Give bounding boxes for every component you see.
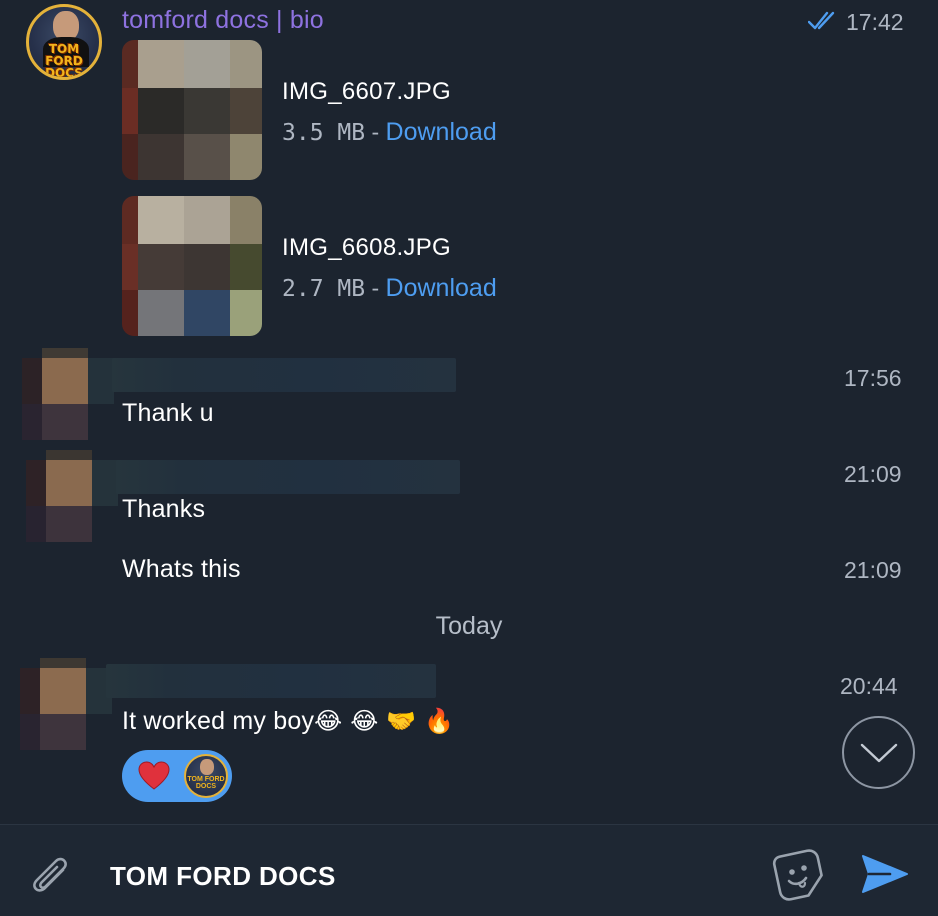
mini-avatar-text: TOM FORD DOCS — [187, 776, 225, 790]
sender-avatar[interactable]: TOM FORD DOCS — [26, 4, 102, 80]
blurred-sender-name — [112, 358, 456, 392]
sender-name[interactable]: tomford docs | bio — [122, 6, 324, 35]
file-size: 3.5 MB — [282, 120, 366, 146]
message-text: Thanks — [122, 495, 206, 523]
meta-separator: - — [365, 119, 386, 145]
message-body: It worked my boy — [122, 707, 315, 735]
heart-icon — [138, 761, 170, 790]
file-name: IMG_6607.JPG — [282, 78, 452, 105]
blurred-avatar[interactable] — [22, 348, 114, 440]
file-meta: 3.5 MB - Download — [282, 118, 497, 147]
file-thumbnail[interactable] — [122, 40, 262, 180]
mini-avatar-face — [200, 759, 214, 775]
blurred-avatar[interactable] — [26, 450, 118, 542]
double-check-icon — [808, 11, 835, 30]
send-icon[interactable] — [860, 852, 910, 896]
meta-separator: - — [365, 275, 386, 301]
download-link[interactable]: Download — [386, 274, 497, 302]
message-text: Whats this — [122, 555, 241, 583]
blurred-sender-name — [116, 460, 460, 494]
file-size: 2.7 MB — [282, 276, 366, 302]
reaction-avatar: TOM FORD DOCS — [184, 754, 228, 798]
paperclip-icon[interactable] — [28, 850, 74, 896]
download-link[interactable]: Download — [386, 118, 497, 146]
message-time: 21:09 — [844, 461, 902, 487]
blurred-avatar[interactable] — [20, 658, 112, 750]
blurred-sender-name — [106, 664, 436, 698]
day-separator: Today — [435, 612, 503, 640]
message-emojis: 😂 😂 🤝 🔥 — [314, 707, 455, 735]
file-meta: 2.7 MB - Download — [282, 274, 497, 303]
message-text: Thank u — [122, 399, 214, 427]
message-input[interactable]: TOM FORD DOCS — [110, 856, 730, 896]
file-name: IMG_6608.JPG — [282, 234, 452, 261]
avatar-logo-text: TOM FORD DOCS — [45, 42, 83, 80]
message-time: 21:09 — [844, 557, 902, 583]
message-time: 17:56 — [844, 365, 902, 391]
message-time: 20:44 — [840, 673, 898, 699]
reaction-pill[interactable]: TOM FORD DOCS — [122, 750, 232, 802]
message-text: It worked my boy😂 😂 🤝 🔥 — [122, 707, 454, 736]
chevron-down-icon — [860, 743, 897, 762]
message-time: 17:42 — [846, 9, 904, 35]
sticker-icon[interactable] — [772, 848, 826, 902]
file-thumbnail[interactable] — [122, 196, 262, 336]
scroll-down-button[interactable] — [842, 716, 915, 789]
